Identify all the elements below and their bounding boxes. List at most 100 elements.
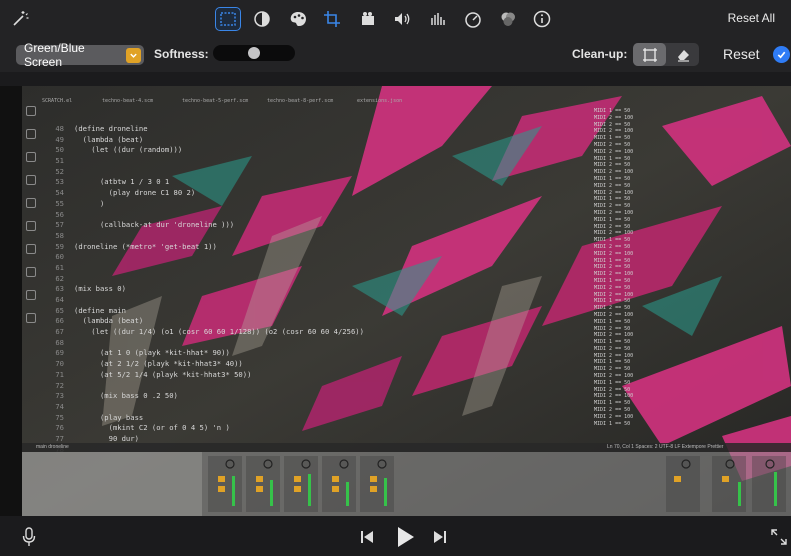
line-number: 73 [55, 391, 64, 401]
output-line: MIDI 2 == 100 [594, 413, 634, 420]
skip-back-icon[interactable] [358, 528, 376, 546]
output-line: MIDI 1 == 50 [594, 400, 631, 407]
softness-slider[interactable] [213, 45, 295, 61]
code-line: 54 (play drone C1 80 2) [22, 188, 364, 199]
output-line: MIDI 1 == 50 [594, 359, 631, 366]
code-line: 74 [22, 402, 364, 413]
explorer-icon[interactable] [26, 106, 36, 116]
reset-button[interactable]: Reset [723, 46, 760, 62]
output-line: MIDI 2 == 100 [594, 209, 634, 216]
softness-label: Softness: [154, 47, 209, 61]
overlay-icon[interactable] [496, 8, 520, 30]
editor-tab[interactable]: techno-beat-8-perf.scm [267, 98, 333, 104]
output-line: MIDI 1 == 50 [594, 216, 631, 223]
output-line: MIDI 2 == 100 [594, 332, 634, 339]
speed-icon[interactable] [461, 8, 485, 30]
editor-status-bar: main droneline Ln 70, Col 1 Spaces: 2 UT… [22, 443, 791, 452]
reset-all-button[interactable]: Reset All [728, 11, 775, 25]
line-number: 67 [55, 327, 64, 337]
info-icon[interactable] [530, 8, 554, 30]
output-line: MIDI 2 == 50 [594, 345, 631, 352]
code-line: 73 (mix bass 0 .2 50) [22, 391, 364, 402]
cleanup-crop-button[interactable] [633, 43, 666, 66]
code-line: 63 (mix bass 0) [22, 284, 364, 295]
mode-select[interactable]: Green/Blue Screen [16, 41, 144, 69]
code-text: (at 2 1/2 (playk *kit-hhat3* 40)) [74, 359, 243, 369]
output-line: MIDI 1 == 50 [594, 257, 631, 264]
crop-icon[interactable] [320, 8, 344, 30]
output-line: MIDI 1 == 50 [594, 237, 631, 244]
skip-forward-icon[interactable] [431, 528, 449, 546]
editor-tab[interactable]: extensions.json [357, 98, 402, 104]
line-number: 64 [55, 295, 64, 304]
line-number: 51 [55, 156, 64, 166]
code-line: 68 [22, 338, 364, 349]
code-text: (mix bass 0 .2 50) [74, 391, 178, 401]
code-line: 71 (at 5/2 1/4 (playk *kit-hhat3* 50)) [22, 370, 364, 381]
playback-bar [0, 516, 791, 556]
select-subject-icon[interactable] [215, 7, 241, 31]
adjustment-bar: Green/Blue Screen Softness: Clean-up: Re… [0, 38, 791, 72]
code-text: (mkint C2 (or of 0 4 5) 'n ) [74, 423, 230, 433]
output-line: MIDI 2 == 100 [594, 271, 634, 278]
play-icon[interactable] [394, 525, 416, 549]
volume-icon[interactable] [390, 8, 414, 30]
output-line: MIDI 2 == 50 [594, 305, 631, 312]
output-line: MIDI 2 == 50 [594, 223, 631, 230]
line-number: 52 [55, 166, 64, 176]
output-line: MIDI 2 == 100 [594, 311, 634, 318]
code-line: 58 [22, 231, 364, 242]
line-number: 48 [55, 124, 64, 133]
code-text: (define droneline [74, 124, 148, 133]
keyed-screen-capture: SCRATCH.el techno-beat-4.scm techno-beat… [22, 86, 791, 516]
code-line: 50 (let ((dur (random))) [22, 145, 364, 156]
output-line: MIDI 2 == 50 [594, 407, 631, 414]
status-branch[interactable]: main droneline [36, 444, 69, 450]
top-toolbar: Reset All [0, 0, 791, 38]
code-editor[interactable]: 48 (define droneline 49 (lambda (beat) 50 (… [22, 124, 364, 455]
line-number: 70 [55, 359, 64, 369]
mode-select-value: Green/Blue Screen [24, 41, 85, 69]
eraser-icon [677, 49, 689, 62]
code-text: (play drone C1 80 2) [74, 188, 196, 198]
code-line: 48 (define droneline [22, 124, 364, 135]
line-number: 61 [55, 262, 64, 272]
microphone-icon[interactable] [20, 526, 38, 548]
cleanup-eraser-button[interactable] [666, 43, 699, 66]
magic-wand-icon[interactable] [8, 8, 32, 30]
daw-channel-strips [22, 452, 786, 516]
camera-icon[interactable] [356, 8, 380, 30]
editor-tab[interactable]: techno-beat-5-perf.scm [182, 98, 248, 104]
equalizer-icon[interactable] [426, 8, 450, 30]
line-number: 66 [55, 316, 64, 326]
code-text: (lambda (beat) [74, 134, 144, 144]
output-line: MIDI 1 == 50 [594, 420, 631, 427]
code-text: ) [74, 198, 105, 208]
code-line: 61 [22, 263, 364, 274]
output-line: MIDI 2 == 100 [594, 169, 634, 176]
softness-slider-thumb[interactable] [248, 47, 260, 59]
editor-tab[interactable]: techno-beat-4.scm [102, 98, 153, 104]
output-line: MIDI 2 == 50 [594, 141, 631, 148]
palette-icon[interactable] [286, 8, 310, 30]
code-line: 51 [22, 156, 364, 167]
code-text: (let ((dur (random))) [74, 145, 183, 155]
output-line: MIDI 2 == 50 [594, 203, 631, 210]
editor-tab[interactable]: SCRATCH.el [42, 98, 72, 104]
exposure-icon[interactable] [250, 8, 274, 30]
output-line: MIDI 1 == 50 [594, 196, 631, 203]
square-frame-icon [642, 47, 657, 62]
video-viewer: SCRATCH.el techno-beat-4.scm techno-beat… [0, 86, 791, 516]
output-line: MIDI 1 == 50 [594, 339, 631, 346]
status-info: Ln 70, Col 1 Spaces: 2 UTF-8 LF Extempor… [607, 444, 724, 450]
line-number: 71 [55, 369, 64, 379]
fullscreen-icon[interactable] [770, 528, 788, 546]
line-number: 53 [55, 177, 64, 187]
code-text: (define main [74, 305, 126, 315]
output-line: MIDI 1 == 50 [594, 277, 631, 284]
output-line: MIDI 1 == 50 [594, 135, 631, 142]
done-check-icon[interactable] [773, 46, 790, 63]
output-line: MIDI 2 == 100 [594, 128, 634, 135]
code-line: 67 (let ((dur 1/4) (o1 (cosr 60 60 1/128… [22, 327, 364, 338]
line-number: 65 [55, 305, 64, 315]
